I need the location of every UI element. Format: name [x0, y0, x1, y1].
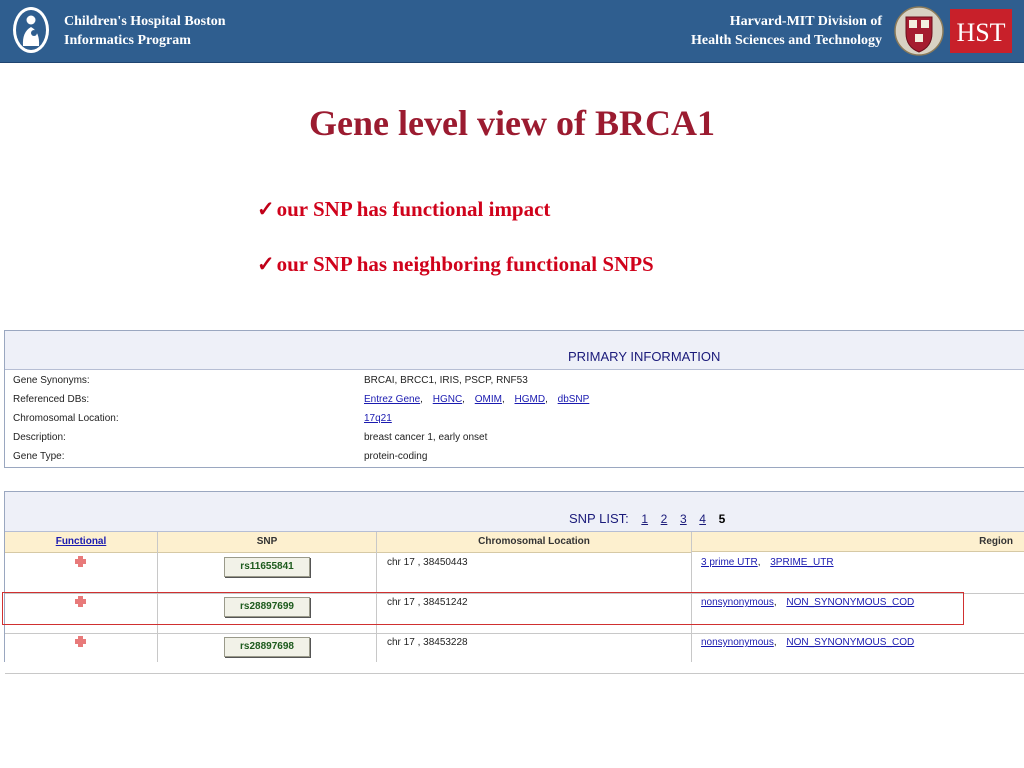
row-label: Chromosomal Location:	[13, 413, 119, 424]
hst-logo-icon: HST	[950, 9, 1012, 53]
gene-type-value: protein-coding	[364, 451, 428, 462]
snp-button-rs28897698[interactable]: rs28897698	[224, 637, 310, 657]
page-link-3[interactable]: 3	[680, 512, 687, 526]
snp-list-pagination: SNP LIST: 1 2 3 4 5	[569, 511, 725, 526]
primary-information-title: PRIMARY INFORMATION	[568, 349, 721, 364]
link-chromosomal-location[interactable]: 17q21	[364, 413, 392, 424]
page-link-4[interactable]: 4	[699, 512, 706, 526]
bullet-text: our SNP has functional impact	[276, 197, 551, 221]
description-value: breast cancer 1, early onset	[364, 432, 488, 443]
referenced-dbs-row: Referenced DBs: Entrez Gene, HGNC, OMIM,…	[5, 390, 1024, 409]
banner-left-title: Children's Hospital Boston Informatics P…	[64, 12, 226, 50]
highlighted-snp-row-outline	[2, 592, 964, 625]
region-link[interactable]: 3 prime UTR	[701, 557, 758, 568]
snp-list-panel: SNP LIST: 1 2 3 4 5 Functional SNP Chrom…	[4, 491, 1024, 674]
row-label: Description:	[13, 432, 66, 443]
checkmark-icon: ✓	[257, 252, 275, 276]
plus-icon[interactable]	[75, 556, 86, 567]
region-code-link[interactable]: NON_SYNONYMOUS_COD	[786, 637, 914, 648]
link-dbsnp[interactable]: dbSNP	[558, 394, 590, 405]
banner-left-line1: Children's Hospital Boston	[64, 14, 226, 29]
chromosomal-location-row: Chromosomal Location: 17q21	[5, 409, 1024, 428]
column-header-region: Region	[692, 532, 1024, 552]
link-entrez-gene[interactable]: Entrez Gene	[364, 394, 420, 405]
checkmark-icon: ✓	[257, 197, 275, 221]
hst-logo-text: HST	[956, 18, 1005, 47]
link-hgmd[interactable]: HGMD	[515, 394, 546, 405]
column-header-functional[interactable]: Functional	[5, 532, 157, 553]
primary-information-panel: PRIMARY INFORMATION Gene Synonyms: BRCAI…	[4, 330, 1024, 468]
region-cell: nonsynonymous, NON_SYNONYMOUS_COD	[701, 637, 915, 648]
bullet-functional-impact: ✓our SNP has functional impact	[257, 197, 550, 222]
childrens-hospital-logo-icon	[13, 7, 49, 53]
banner-right-title: Harvard-MIT Division of Health Sciences …	[691, 12, 882, 50]
primary-information-header: PRIMARY INFORMATION	[5, 331, 1024, 370]
region-code-link[interactable]: 3PRIME_UTR	[770, 557, 833, 568]
snp-button-rs11655841[interactable]: rs11655841	[224, 557, 310, 577]
bullet-neighboring-snps: ✓our SNP has neighboring functional SNPS	[257, 252, 654, 277]
header-banner: Children's Hospital Boston Informatics P…	[0, 0, 1024, 63]
banner-left-line2: Informatics Program	[64, 33, 191, 48]
gene-type-row: Gene Type: protein-coding	[5, 447, 1024, 466]
chromosomal-location-cell: chr 17 , 38453228	[387, 637, 468, 648]
page-link-2[interactable]: 2	[661, 512, 668, 526]
link-hgnc[interactable]: HGNC	[433, 394, 462, 405]
column-header-chromosomal-location: Chromosomal Location	[377, 532, 691, 553]
link-omim[interactable]: OMIM	[475, 394, 502, 405]
sort-functional-link[interactable]: Functional	[56, 536, 107, 547]
gene-synonyms-row: Gene Synonyms: BRCAI, BRCC1, IRIS, PSCP,…	[5, 371, 1024, 390]
snp-list-title: SNP LIST:	[569, 511, 629, 526]
row-label: Referenced DBs:	[13, 394, 90, 405]
referenced-dbs-links: Entrez Gene, HGNC, OMIM, HGMD, dbSNP	[364, 394, 590, 405]
row-label: Gene Type:	[13, 451, 65, 462]
plus-icon[interactable]	[75, 636, 86, 647]
column-header-snp: SNP	[158, 532, 376, 553]
gene-synonyms-value: BRCAI, BRCC1, IRIS, PSCP, RNF53	[364, 375, 528, 386]
banner-right-line2: Health Sciences and Technology	[691, 33, 882, 48]
slide-title: Gene level view of BRCA1	[309, 103, 715, 143]
banner-right-line1: Harvard-MIT Division of	[729, 14, 882, 29]
chromosomal-location-cell: chr 17 , 38450443	[387, 557, 468, 568]
bullet-text: our SNP has neighboring functional SNPS	[276, 252, 654, 276]
snp-list-header: SNP LIST: 1 2 3 4 5	[5, 492, 1024, 532]
current-page: 5	[718, 512, 726, 526]
page-link-1[interactable]: 1	[641, 512, 648, 526]
region-cell: 3 prime UTR, 3PRIME_UTR	[701, 557, 834, 568]
description-row: Description: breast cancer 1, early onse…	[5, 428, 1024, 447]
row-label: Gene Synonyms:	[13, 375, 90, 386]
region-link[interactable]: nonsynonymous	[701, 637, 774, 648]
harvard-shield-icon	[894, 6, 944, 56]
